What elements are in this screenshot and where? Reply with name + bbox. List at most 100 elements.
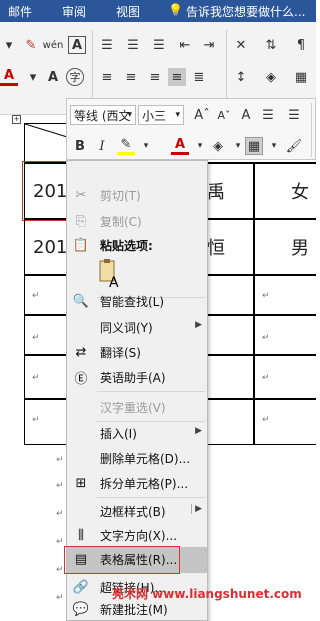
phonetic-guide-icon[interactable]: wén <box>43 36 64 54</box>
tell-me-search[interactable]: 告诉我您想要做什么... <box>186 3 305 20</box>
menu-item-synonyms[interactable]: 同义词(Y) ▶ <box>67 315 207 339</box>
menu-item-copy[interactable]: ⎘ 复制(C) <box>67 209 207 233</box>
paragraph-mark-icon: ↵ <box>56 593 64 603</box>
dropdown-arrow-icon[interactable]: ▾ <box>0 36 18 54</box>
chevron-down-icon[interactable]: ▾ <box>127 110 132 120</box>
paragraph-mark-icon: ↵ <box>262 415 270 425</box>
grow-font-icon[interactable]: Aˆ <box>193 106 211 124</box>
submenu-arrow-icon: ▶ <box>191 504 202 514</box>
character-shading-icon[interactable]: A <box>44 68 62 86</box>
format-painter-icon[interactable]: 🖌 <box>285 137 303 155</box>
decrease-indent-icon[interactable]: ⇤ <box>176 36 194 54</box>
shading-icon[interactable]: ◈ <box>209 137 227 155</box>
character-border-icon[interactable]: A <box>68 36 86 54</box>
line-spacing-icon[interactable]: ↕ <box>232 68 250 86</box>
menu-item-english-assistant[interactable]: Ⓔ 英语助手(A) <box>67 365 207 389</box>
distributed-icon[interactable]: ≣ <box>190 68 208 86</box>
bold-button[interactable]: B <box>71 137 89 155</box>
dropdown-arrow-icon[interactable]: ▾ <box>137 137 155 155</box>
borders-icon[interactable]: ▦ <box>245 137 263 155</box>
clipboard-icon: 📋 <box>72 237 90 253</box>
dropdown-arrow-icon[interactable]: ▾ <box>191 137 209 155</box>
chevron-down-icon[interactable]: ▾ <box>175 110 180 120</box>
styles-icon[interactable]: A <box>237 106 255 124</box>
search-icon: 🔍 <box>72 293 90 309</box>
tab-mailings[interactable]: 邮件 <box>8 3 32 20</box>
split-cells-icon: ⊞ <box>75 475 87 491</box>
english-assistant-icon: Ⓔ <box>74 371 88 387</box>
menu-item-hanzi-reselect[interactable]: 汉字重选(V) <box>67 395 207 419</box>
italic-button[interactable]: I <box>93 137 111 155</box>
table-move-handle-icon[interactable]: + <box>12 115 21 124</box>
numbering-icon[interactable]: ☰ <box>285 106 303 124</box>
lightbulb-icon: 💡 <box>168 3 183 17</box>
context-menu: ✂ 剪切(T) ⎘ 复制(C) 📋 粘贴选项: A 🔍 智能查找(L) 同义词(Y) ▶ … <box>64 160 208 621</box>
dropdown-arrow-icon[interactable]: ▾ <box>24 68 42 86</box>
paragraph-mark-icon: ↵ <box>262 373 270 383</box>
table-cell[interactable]: 男 <box>254 219 316 275</box>
submenu-arrow-icon: ▶ <box>195 426 202 436</box>
paragraph-mark-icon: ↵ <box>56 537 64 547</box>
paragraph-mark-icon: ↵ <box>56 565 64 575</box>
menu-item-split-cells[interactable]: ⊞ 拆分单元格(P)... <box>67 471 207 495</box>
submenu-arrow-icon: ▶ <box>195 320 202 330</box>
borders-icon[interactable]: ▦ <box>292 68 310 86</box>
shrink-font-icon[interactable]: Aˇ <box>215 106 233 124</box>
watermark-text: 亮术网 www.liangshunet.com <box>112 587 302 601</box>
menu-item-delete-cells[interactable]: 删除单元格(D)... <box>67 446 207 470</box>
menu-item-paste-options: 📋 粘贴选项: <box>72 237 153 254</box>
table-properties-highlight <box>64 546 180 574</box>
svg-text:A: A <box>109 275 119 289</box>
align-center-icon[interactable]: ≡ <box>122 68 140 86</box>
dropdown-arrow-icon[interactable]: ▾ <box>265 137 283 155</box>
text-direction-icon: ⫼ <box>78 527 84 543</box>
link-icon: 🔗 <box>72 579 90 595</box>
font-color-icon[interactable]: A <box>0 68 18 86</box>
show-marks-icon[interactable]: ¶ <box>292 36 310 54</box>
justify-icon[interactable]: ≡ <box>168 68 186 86</box>
menu-item-insert[interactable]: 插入(I) ▶ <box>67 421 207 445</box>
menu-item-smart-lookup[interactable]: 🔍 智能查找(L) <box>67 289 207 313</box>
paragraph-mark-icon: ↵ <box>262 333 270 343</box>
copy-icon: ⎘ <box>75 213 87 229</box>
menu-item-text-direction[interactable]: ⫼ 文字方向(X)... <box>67 523 207 547</box>
ribbon-tab-bar: 邮件 审阅 视图 💡 告诉我您想要做什么... <box>0 0 316 22</box>
highlight-icon[interactable]: ✎ <box>117 137 135 155</box>
paragraph-mark-icon: ↵ <box>32 415 40 425</box>
paragraph-mark-icon: ↵ <box>56 481 64 491</box>
bullets-icon[interactable]: ☰ <box>259 106 277 124</box>
translate-icon: ⇄ <box>75 344 87 360</box>
paste-text-icon: A <box>99 259 119 291</box>
paragraph-mark-icon: ↵ <box>56 509 64 519</box>
comment-icon: 💬 <box>72 601 90 617</box>
mini-toolbar: 等线 (西文 ▾ 小三 ▾ Aˆ Aˇ A ☰ ☰ B I ✎ ▾ A ▾ ◈ ▾ … <box>66 98 316 160</box>
paragraph-mark-icon: ↵ <box>56 455 64 465</box>
multilevel-list-icon[interactable]: ☰ <box>150 36 168 54</box>
numbering-icon[interactable]: ☰ <box>124 36 142 54</box>
menu-item-cut[interactable]: ✂ 剪切(T) <box>67 183 207 207</box>
bullets-icon[interactable]: ☰ <box>98 36 116 54</box>
increase-indent-icon[interactable]: ⇥ <box>200 36 218 54</box>
tab-view[interactable]: 视图 <box>116 3 140 20</box>
font-name-combo[interactable]: 等线 (西文 ▾ <box>70 105 136 125</box>
scissors-icon: ✂ <box>75 187 87 203</box>
tab-review[interactable]: 审阅 <box>62 3 86 20</box>
align-left-icon[interactable]: ≡ <box>98 68 116 86</box>
paragraph-mark-icon: ↵ <box>262 291 270 301</box>
paste-keep-text-only-button[interactable]: A <box>97 259 123 291</box>
menu-item-translate[interactable]: ⇄ 翻译(S) <box>67 340 207 364</box>
paragraph-mark-icon: ↵ <box>32 291 40 301</box>
sort-icon[interactable]: ⇅ <box>262 36 280 54</box>
font-color-button[interactable]: A <box>171 137 189 155</box>
chinese-layout-icon[interactable]: ✕ <box>232 36 250 54</box>
paragraph-mark-icon: ↵ <box>32 373 40 383</box>
enclose-character-icon[interactable]: 字 <box>66 68 84 86</box>
paragraph-mark-icon: ↵ <box>32 333 40 343</box>
shading-icon[interactable]: ◈ <box>262 68 280 86</box>
clear-format-icon[interactable]: ✎ <box>22 36 40 54</box>
table-cell[interactable]: 女 <box>254 163 316 219</box>
font-size-combo[interactable]: 小三 ▾ <box>138 105 184 125</box>
menu-item-border-styles[interactable]: 边框样式(B) ▶ <box>67 499 207 523</box>
selection-highlight <box>22 161 68 221</box>
align-right-icon[interactable]: ≡ <box>146 68 164 86</box>
